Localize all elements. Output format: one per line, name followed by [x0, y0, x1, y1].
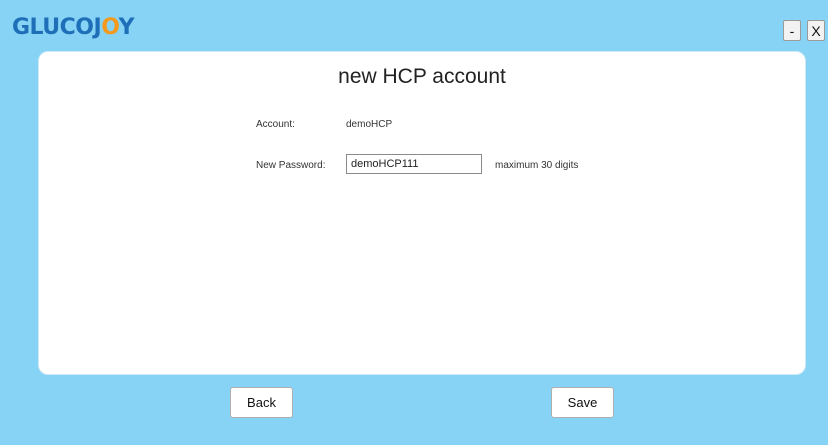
new-password-label: New Password:: [256, 160, 326, 171]
page-title: new HCP account: [338, 65, 506, 88]
minimize-button[interactable]: -: [783, 20, 801, 41]
logo-text-part1: GLUCOJ: [12, 15, 102, 40]
app-logo: GLUCOJOY: [12, 14, 135, 42]
account-value: demoHCP: [346, 119, 393, 130]
save-button[interactable]: Save: [551, 387, 614, 418]
account-label: Account:: [256, 119, 295, 130]
back-button[interactable]: Back: [230, 387, 293, 418]
new-password-input[interactable]: [346, 154, 482, 174]
logo-accent-letter: O: [101, 15, 119, 40]
form-panel: new HCP account Account: demoHCP New Pas…: [38, 51, 806, 375]
password-hint: maximum 30 digits: [495, 160, 579, 171]
logo-text-part2: Y: [118, 15, 135, 40]
close-button[interactable]: X: [807, 20, 825, 41]
